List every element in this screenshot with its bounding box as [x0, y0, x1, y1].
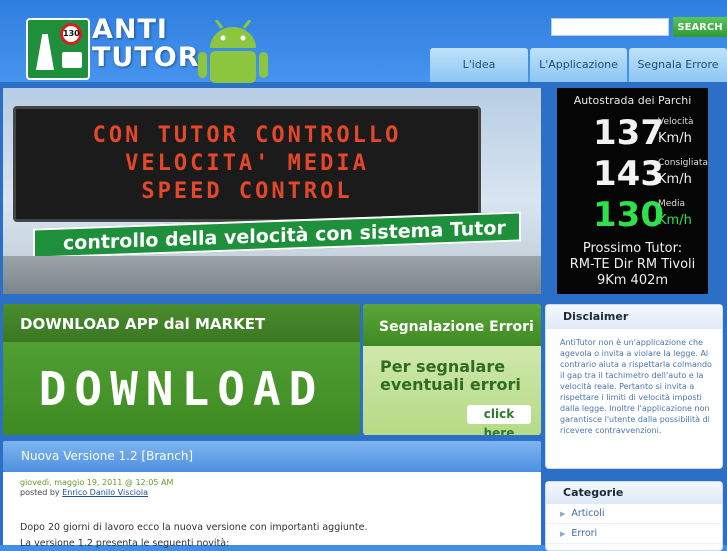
next-tutor-label: Prossimo Tutor:	[582, 241, 683, 256]
vms-line-3: SPEED CONTROL	[141, 179, 353, 204]
error-report-banner[interactable]: Segnalazione Errori Per segnalare eventu…	[363, 304, 541, 435]
disclaimer-title: Disclaimer	[546, 305, 722, 329]
error-report-line1: Per segnalare	[380, 357, 506, 376]
post-paragraph-1: Dopo 20 giorni di lavoro ecco la nuova v…	[20, 522, 368, 533]
tutor-average-value: 130	[593, 195, 664, 235]
category-label: Errori	[571, 528, 598, 539]
tutor-road-name: Autostrada dei Parchi	[573, 94, 692, 107]
download-banner[interactable]: DOWNLOAD APP dal MARKET DOWNLOAD	[3, 304, 360, 435]
vms-line-1: CON TUTOR CONTROLLO	[92, 123, 402, 148]
category-item-errori[interactable]: ▶ Errori	[546, 524, 722, 544]
category-label: Articoli	[571, 508, 605, 519]
categories-box: Categorie ▶ Articoli ▶ Errori	[545, 481, 723, 551]
click-here-button[interactable]: click here	[467, 405, 531, 435]
highway-sign-icon: 130	[26, 18, 90, 80]
tutor-average-label: Media	[658, 199, 686, 209]
post-title[interactable]: Nuova Versione 1.2 [Branch]	[3, 441, 541, 472]
road-strip	[3, 256, 541, 294]
tutor-average-unit: Km/h	[658, 213, 692, 228]
posted-by-label: posted by	[20, 488, 60, 497]
next-tutor-distance: 9Km 402m	[596, 273, 669, 288]
variable-message-sign: CON TUTOR CONTROLLO VELOCITA' MEDIA SPEE…	[13, 106, 481, 222]
search-button[interactable]: SEARCH	[673, 17, 727, 37]
tab-idea[interactable]: L'idea	[430, 48, 528, 82]
tutor-speed-unit: Km/h	[658, 131, 692, 146]
site-logo[interactable]: 130 ANTI TUTOR	[24, 14, 274, 84]
tutor-speed-value: 137	[593, 113, 664, 153]
hero-slide-image[interactable]: CON TUTOR CONTROLLO VELOCITA' MEDIA SPEE…	[3, 88, 541, 294]
error-report-line2: eventuali errori	[380, 375, 521, 394]
tutor-advised-unit: Km/h	[658, 172, 692, 187]
post-byline: posted by Enrico Danilo Visciola	[20, 488, 148, 497]
post-body: giovedì, maggio 19, 2011 @ 12:05 AM post…	[3, 472, 541, 549]
disclaimer-text: AntiTutor non è un'applicazione che agev…	[560, 338, 712, 435]
post-author-link[interactable]: Enrico Danilo Visciola	[62, 488, 148, 497]
triangle-right-icon: ▶	[560, 510, 566, 518]
camera-icon	[62, 52, 82, 68]
next-tutor-name: RM-TE Dir RM Tivoli	[569, 257, 696, 272]
post-paragraph-2: La versione 1.2 presenta le seguenti nov…	[20, 538, 230, 549]
search-input[interactable]	[551, 18, 669, 36]
download-big-text: DOWNLOAD	[38, 362, 325, 416]
vms-line-2: VELOCITA' MEDIA	[125, 151, 369, 176]
categories-title: Categorie	[546, 482, 722, 504]
android-icon	[198, 20, 268, 83]
error-report-text: Per segnalare eventuali errori	[380, 358, 521, 394]
speed-limit-icon: 130	[60, 23, 82, 45]
download-banner-header: DOWNLOAD APP dal MARKET	[3, 304, 360, 342]
tutor-advised-label: Consigliata	[658, 158, 708, 168]
tutor-display-panel: Autostrada dei Parchi 137 Velocità Km/h …	[557, 88, 708, 294]
disclaimer-box: Disclaimer AntiTutor non è un'applicazio…	[545, 304, 723, 469]
error-report-header: Segnalazione Errori	[363, 304, 541, 346]
tutor-speed-label: Velocità	[658, 117, 694, 127]
triangle-right-icon: ▶	[560, 530, 566, 538]
post-date: giovedì, maggio 19, 2011 @ 12:05 AM	[20, 478, 174, 487]
road-icon	[36, 34, 54, 70]
tutor-advised-value: 143	[593, 154, 664, 194]
category-item-articoli[interactable]: ▶ Articoli	[546, 504, 722, 524]
tab-segnala-errore[interactable]: Segnala Errore	[629, 48, 727, 82]
tab-applicazione[interactable]: L'Applicazione	[530, 48, 627, 82]
